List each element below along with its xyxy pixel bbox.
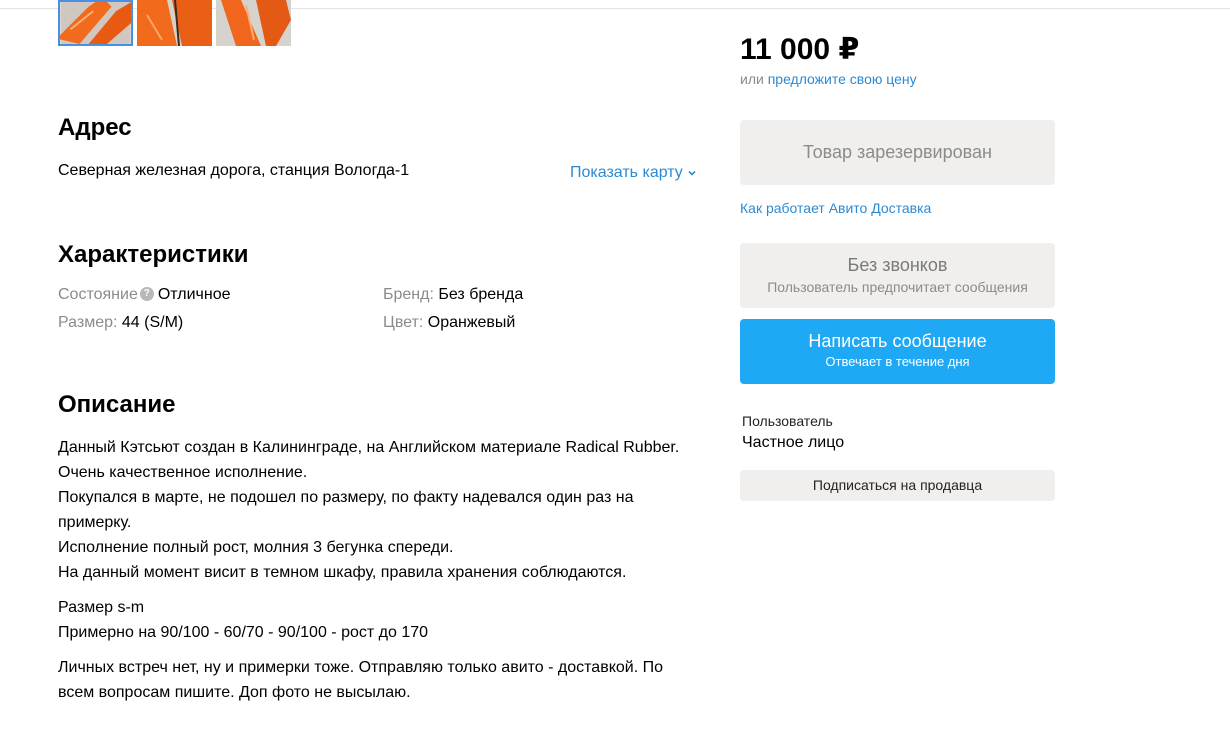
description-heading: Описание	[58, 391, 176, 418]
description-text: Данный Кэтсьют создан в Калининграде, на…	[58, 435, 698, 715]
description-line: Данный Кэтсьют создан в Калининграде, на…	[58, 439, 680, 456]
size-label: Размер:	[58, 314, 118, 331]
description-paragraph: Личных встреч нет, ну и примерки тоже. О…	[58, 659, 663, 701]
description-paragraph: Размер s-m Примерно на 90/100 - 60/70 - …	[58, 595, 698, 645]
show-map-link[interactable]: Показать карту	[570, 164, 697, 182]
description-paragraph: Данный Кэтсьют создан в Калининграде, на…	[58, 435, 698, 585]
no-calls-button[interactable]: Без звонков Пользователь предпочитает со…	[740, 243, 1055, 308]
no-calls-subtitle: Пользователь предпочитает сообщения	[767, 279, 1028, 295]
description-line: Исполнение полный рост, молния 3 бегунка…	[58, 539, 454, 556]
description-line: Покупался в марте, не подошел по размеру…	[58, 489, 634, 531]
description-line: На данный момент висит в темном шкафу, п…	[58, 564, 627, 581]
price-offer: или предложите свою цену	[740, 71, 917, 87]
size-row: Размер: 44 (S/M)	[58, 314, 183, 332]
product-image	[137, 0, 212, 46]
color-label: Цвет:	[383, 314, 424, 331]
product-image	[216, 0, 291, 46]
seller-label: Пользователь	[742, 413, 833, 429]
color-value: Оранжевый	[427, 314, 516, 331]
color-row: Цвет: Оранжевый	[383, 314, 515, 332]
gallery-thumbnail[interactable]	[137, 0, 212, 46]
condition-value: Отличное	[157, 286, 231, 303]
description-line: Примерно на 90/100 - 60/70 - 90/100 - ро…	[58, 624, 429, 641]
brand-value: Без бренда	[438, 286, 524, 303]
price: 11 000 ₽	[740, 33, 860, 66]
size-value: 44 (S/M)	[121, 314, 184, 331]
write-message-title: Написать сообщение	[808, 331, 987, 351]
write-message-subtitle: Отвечает в течение дня	[825, 354, 970, 369]
chevron-down-icon	[688, 170, 696, 176]
offer-price-link[interactable]: предложите свою цену	[768, 71, 917, 87]
help-icon[interactable]: ?	[139, 286, 154, 301]
delivery-info-link[interactable]: Как работает Авито Доставка	[740, 200, 931, 216]
condition-label: Состояние	[58, 286, 138, 303]
reserved-button[interactable]: Товар зарезервирован	[740, 120, 1055, 185]
description-line: Размер s-m	[58, 599, 145, 616]
brand-row: Бренд: Без бренда	[383, 286, 523, 304]
subscribe-seller-button[interactable]: Подписаться на продавца	[740, 470, 1055, 501]
address-heading: Адрес	[58, 114, 132, 141]
show-map-label: Показать карту	[570, 164, 683, 181]
gallery-thumbnail[interactable]	[58, 0, 133, 46]
gallery-thumbnail[interactable]	[216, 0, 291, 46]
price-offer-prefix: или	[740, 71, 768, 87]
product-image	[60, 2, 131, 44]
brand-label: Бренд:	[383, 286, 434, 303]
characteristics-heading: Характеристики	[58, 241, 249, 268]
seller-type: Частное лицо	[742, 434, 845, 451]
condition-row: Состояние? Отличное	[58, 286, 231, 304]
gallery-thumbnails	[58, 0, 291, 46]
description-line: Очень качественное исполнение.	[58, 464, 308, 481]
no-calls-title: Без звонков	[847, 255, 948, 275]
write-message-button[interactable]: Написать сообщение Отвечает в течение дн…	[740, 319, 1055, 384]
address-text: Северная железная дорога, станция Вологд…	[58, 162, 410, 179]
